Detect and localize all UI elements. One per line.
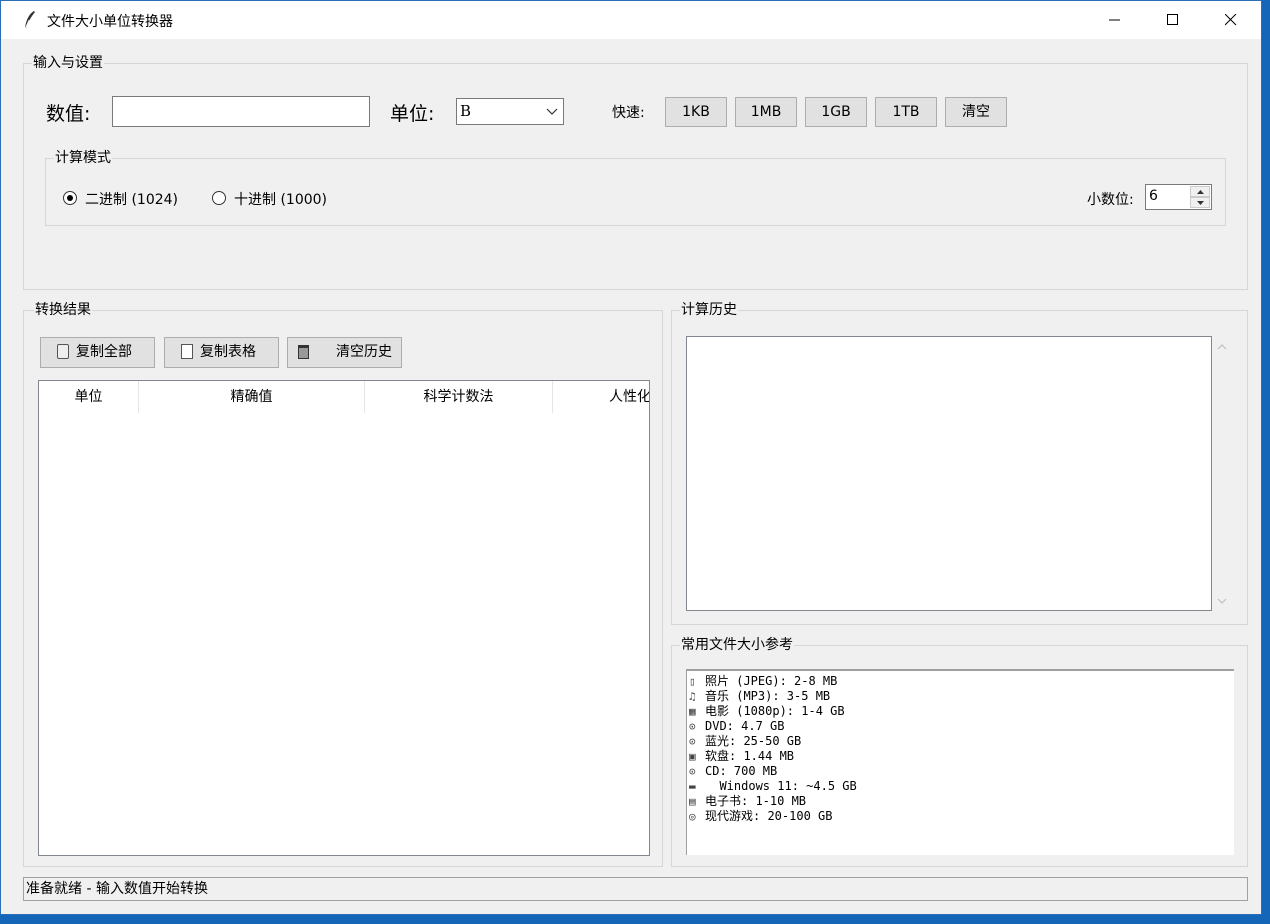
value-label: 数值: [46, 103, 91, 125]
feather-icon [24, 11, 35, 30]
history-list[interactable] [686, 336, 1212, 611]
column-header-scientific[interactable]: 科学计数法 [365, 381, 553, 413]
reference-item-text: 电子书: 1-10 MB [705, 794, 807, 808]
document-icon [181, 344, 193, 359]
decimal-label: 十进制 (1000) [234, 192, 328, 208]
clear-history-label: 清空历史 [336, 344, 392, 360]
reference-item-text: Windows 11: ~4.5 GB [705, 779, 857, 793]
decimals-label: 小数位: [1087, 192, 1134, 208]
reference-item-text: 软盘: 1.44 MB [705, 749, 795, 763]
results-label: 转换结果 [34, 301, 92, 319]
reference-item-text: 电影 (1080p): 1-4 GB [705, 704, 845, 718]
spin-down-button[interactable] [1190, 197, 1210, 208]
chevron-down-icon [546, 108, 558, 115]
app-window: 文件大小单位转换器 输入与设置 数值: 单位: B 快速: 1KB 1MB 1G… [0, 0, 1262, 915]
decimals-value: 6 [1149, 188, 1158, 204]
close-icon [1225, 14, 1237, 26]
reference-item: ▦ 电影 (1080p): 1-4 GB [689, 704, 1234, 719]
minimize-icon [1109, 19, 1120, 21]
copy-table-label: 复制表格 [200, 344, 256, 360]
maximize-button[interactable] [1145, 1, 1203, 39]
quick-1mb-button[interactable]: 1MB [735, 97, 797, 127]
reference-item: ▤ 电子书: 1-10 MB [689, 794, 1234, 809]
reference-item-text: CD: 700 MB [705, 764, 778, 778]
disc-icon: ⊙ [689, 720, 696, 733]
scroll-down-icon[interactable] [1217, 598, 1227, 604]
clear-history-button[interactable]: 清空历史 [287, 337, 402, 368]
copy-all-label: 复制全部 [76, 344, 132, 360]
reference-text[interactable]: ▯ 照片 (JPEG): 2-8 MB ♫ 音乐 (MP3): 3-5 MB ▦ 电影… [686, 669, 1234, 855]
phone-icon: ▯ [689, 675, 696, 688]
unit-label: 单位: [390, 103, 435, 125]
disc-icon: ⊙ [689, 735, 696, 748]
disc-icon: ⊙ [689, 765, 696, 778]
reference-item: ⊙ 蓝光: 25-50 GB [689, 734, 1234, 749]
quick-1kb-button[interactable]: 1KB [665, 97, 727, 127]
arrow-down-icon [1197, 201, 1204, 205]
maximize-icon [1167, 14, 1178, 25]
computer-icon: ▬ [689, 780, 696, 793]
film-icon: ▦ [689, 705, 696, 718]
unit-select-value: B [460, 102, 472, 120]
clear-button[interactable]: 清空 [945, 97, 1007, 127]
column-header-human[interactable]: 人性化 [553, 381, 649, 413]
arrow-up-icon [1197, 190, 1204, 194]
decimals-spinbox[interactable]: 6 [1145, 184, 1212, 210]
reference-item-text: 蓝光: 25-50 GB [705, 734, 802, 748]
gamepad-icon: ◎ [689, 810, 696, 823]
status-bar: 准备就绪 - 输入数值开始转换 [23, 877, 1248, 901]
clipboard-icon [57, 344, 69, 359]
history-label: 计算历史 [680, 301, 738, 319]
music-icon: ♫ [689, 690, 696, 703]
radio-selected-dot [67, 195, 73, 201]
reference-item: ▣ 软盘: 1.44 MB [689, 749, 1234, 764]
reference-item-text: 音乐 (MP3): 3-5 MB [705, 689, 831, 703]
trash-icon [298, 345, 309, 359]
copy-all-button[interactable]: 复制全部 [40, 337, 155, 368]
results-table[interactable]: 单位 精确值 科学计数法 人性化 [38, 380, 650, 856]
reference-item: ⊙ CD: 700 MB [689, 764, 1234, 779]
reference-item: ⊙ DVD: 4.7 GB [689, 719, 1234, 734]
copy-table-button[interactable]: 复制表格 [164, 337, 279, 368]
reference-item: ▯ 照片 (JPEG): 2-8 MB [689, 674, 1234, 689]
spin-up-button[interactable] [1190, 186, 1210, 197]
reference-item: ◎ 现代游戏: 20-100 GB [689, 809, 1234, 824]
minimize-button[interactable] [1087, 1, 1145, 39]
reference-item: ▬ Windows 11: ~4.5 GB [689, 779, 1234, 794]
value-input[interactable] [112, 96, 370, 127]
input-settings-label: 输入与设置 [32, 54, 104, 72]
binary-label: 二进制 (1024) [85, 192, 179, 208]
calc-mode-label: 计算模式 [54, 149, 112, 167]
floppy-icon: ▣ [689, 750, 696, 763]
unit-select[interactable]: B [456, 98, 564, 125]
quick-1gb-button[interactable]: 1GB [805, 97, 867, 127]
decimal-radio[interactable] [212, 191, 226, 205]
column-header-unit[interactable]: 单位 [39, 381, 139, 413]
close-button[interactable] [1203, 1, 1261, 39]
title-bar: 文件大小单位转换器 [1, 1, 1261, 39]
reference-item-text: 现代游戏: 20-100 GB [705, 809, 833, 823]
reference-item-text: 照片 (JPEG): 2-8 MB [705, 674, 838, 688]
reference-label: 常用文件大小参考 [680, 636, 794, 654]
reference-item: ♫ 音乐 (MP3): 3-5 MB [689, 689, 1234, 704]
history-scrollbar[interactable] [1212, 336, 1232, 611]
quick-1tb-button[interactable]: 1TB [875, 97, 937, 127]
scroll-up-icon[interactable] [1217, 344, 1227, 350]
column-header-exact[interactable]: 精确值 [139, 381, 365, 413]
window-title: 文件大小单位转换器 [47, 14, 173, 30]
binary-radio[interactable] [63, 191, 77, 205]
book-icon: ▤ [689, 795, 696, 808]
reference-item-text: DVD: 4.7 GB [705, 719, 785, 733]
quick-label: 快速: [612, 105, 645, 121]
